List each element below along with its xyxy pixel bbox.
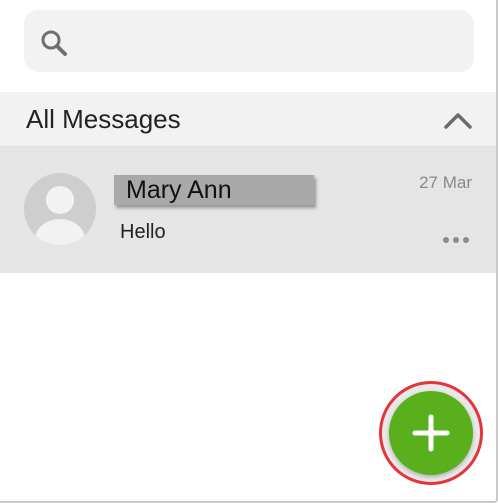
search-input[interactable]	[84, 24, 458, 60]
message-date: 27 Mar	[419, 173, 472, 192]
search-bar[interactable]	[24, 10, 474, 72]
more-horizontal-icon[interactable]	[441, 231, 471, 243]
section-title: All Messages	[26, 104, 181, 134]
chevron-up-icon[interactable]	[443, 108, 473, 132]
new-message-button[interactable]	[389, 391, 473, 475]
contact-name: Mary Ann	[126, 176, 232, 204]
search-icon	[39, 28, 69, 58]
contact-name-highlight: Mary Ann	[114, 175, 314, 205]
plus-icon	[412, 414, 450, 452]
message-preview: Hello	[120, 221, 166, 243]
conversation-row[interactable]: Mary Ann Hello 27 Mar	[0, 147, 496, 273]
all-messages-header[interactable]: All Messages	[0, 92, 496, 147]
avatar-placeholder-icon	[24, 173, 96, 245]
